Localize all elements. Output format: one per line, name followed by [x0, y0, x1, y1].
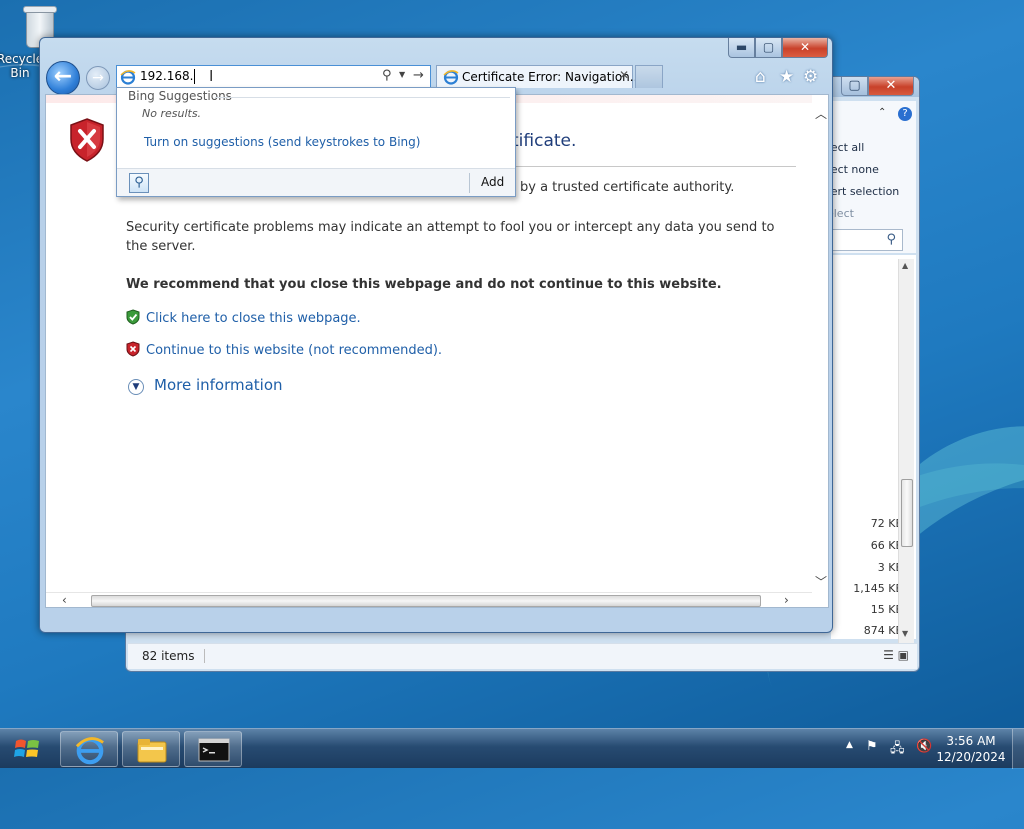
taskbar-file-explorer[interactable] [122, 731, 180, 767]
forward-button[interactable]: → [86, 66, 110, 90]
scroll-down-arrow-icon[interactable]: ▼ [902, 629, 908, 638]
clock-date: 12/20/2024 [936, 750, 1006, 764]
file-size: 874 KB [863, 624, 903, 637]
ie-horizontal-scroll-thumb[interactable] [91, 595, 761, 607]
favorites-icon[interactable]: ★ [779, 67, 794, 87]
scroll-up-arrow-icon[interactable]: ▲ [902, 261, 908, 270]
collapse-up-icon[interactable]: ⌃ [878, 107, 886, 118]
back-arrow-icon: ← [53, 64, 73, 89]
home-icon[interactable]: ⌂ [755, 67, 766, 87]
more-information-toggle[interactable]: ▼ More information [128, 376, 283, 395]
ie-maximize-button[interactable]: ▢ [755, 38, 782, 58]
suggestions-header: Bing Suggestions [128, 89, 232, 103]
close-webpage-link-text[interactable]: Click here to close this webpage. [146, 311, 361, 326]
details-view-icon[interactable]: ☰ [883, 648, 894, 662]
close-webpage-link[interactable]: Click here to close this webpage. [126, 309, 361, 326]
file-size: 1,145 KB [853, 582, 903, 595]
explorer-vertical-scrollbar[interactable]: ▲ ▼ [898, 259, 914, 643]
search-icon: ⚲ [886, 232, 896, 247]
red-shield-small-icon [126, 341, 140, 357]
explorer-scroll-thumb[interactable] [901, 479, 913, 547]
cert-paragraph-1: by a trusted certificate authority. [520, 180, 735, 195]
windows-logo-icon [14, 739, 39, 757]
ie-logo-icon [75, 737, 104, 765]
show-desktop-button[interactable] [1012, 729, 1024, 769]
view-toggle[interactable]: ☰ ▣ [883, 648, 909, 662]
explorer-close-button[interactable]: ✕ [868, 77, 914, 96]
ie-horizontal-scrollbar[interactable]: ‹ › [46, 592, 812, 607]
volume-muted-icon[interactable]: 🔇 [916, 739, 932, 754]
explorer-status-bar: 82 items ☰ ▣ [128, 643, 917, 669]
go-arrow-icon[interactable]: → [413, 68, 424, 83]
taskbar-command-prompt[interactable] [184, 731, 242, 767]
ie-vertical-scrollbar[interactable]: ︿ ﹀ [812, 95, 828, 592]
tools-gear-icon[interactable]: ⚙ [803, 67, 818, 87]
continue-website-link-text[interactable]: Continue to this website (not recommende… [146, 343, 442, 358]
text-cursor-icon: I [209, 67, 214, 85]
file-size: 72 KB [870, 517, 903, 530]
scroll-left-arrow-icon[interactable]: ‹ [62, 593, 67, 607]
ie-close-button[interactable]: ✕ [782, 38, 828, 58]
turn-on-suggestions-link[interactable]: Turn on suggestions (send keystrokes to … [144, 135, 420, 149]
help-icon[interactable]: ? [898, 107, 912, 121]
network-icon[interactable]: 🖧 [890, 739, 905, 761]
no-results-text: No results. [142, 107, 202, 120]
scroll-right-arrow-icon[interactable]: › [784, 593, 789, 607]
action-center-flag-icon[interactable]: ⚑ [866, 739, 878, 754]
tab-title: Certificate Error: Navigation... [462, 70, 642, 84]
recommendation-text: We recommend that you close this webpage… [126, 277, 722, 292]
file-size: 3 KB [877, 561, 903, 574]
taskbar-clock[interactable]: 3:56 AM 12/20/2024 [936, 733, 1006, 765]
green-shield-icon [126, 309, 140, 325]
address-bar[interactable]: 192.168. I ⚲ ▼ → [116, 65, 431, 88]
continue-website-link[interactable]: Continue to this website (not recommende… [126, 341, 442, 358]
search-provider-bar: ⚲ Add [117, 168, 515, 196]
show-hidden-icons-icon[interactable]: ▲ [846, 740, 853, 750]
file-size: 15 KB [870, 603, 903, 616]
command-prompt-icon [198, 738, 230, 762]
more-information-label[interactable]: More information [154, 376, 283, 394]
cert-paragraph-2: Security certificate problems may indica… [126, 220, 775, 254]
back-button[interactable]: ← [46, 61, 80, 95]
scroll-up-chevron-icon[interactable]: ︿ [815, 105, 827, 122]
forward-arrow-icon: → [92, 70, 104, 86]
item-count: 82 items [142, 649, 206, 663]
explorer-maximize-button[interactable]: ▢ [841, 77, 868, 96]
new-tab-button[interactable] [635, 65, 663, 88]
folder-icon [137, 739, 167, 763]
tab-close-icon[interactable]: ✕ [619, 68, 629, 82]
clock-time: 3:56 AM [946, 734, 996, 748]
taskbar-internet-explorer[interactable] [60, 731, 118, 767]
add-search-provider-button[interactable]: Add [481, 175, 504, 189]
ie-logo-icon [443, 70, 459, 85]
address-search-icon[interactable]: ⚲ [382, 68, 392, 83]
scroll-down-chevron-icon[interactable]: ﹀ [815, 573, 827, 590]
red-shield-icon [70, 118, 104, 162]
ie-minimize-button[interactable]: ▬ [728, 38, 755, 58]
page-heading: tificate. [512, 131, 577, 151]
ie-logo-icon [120, 70, 136, 85]
start-button[interactable] [0, 729, 54, 769]
tab-certificate-error[interactable]: Certificate Error: Navigation... ✕ [436, 65, 641, 88]
address-suggestions-dropdown: Bing Suggestions No results. Turn on sug… [116, 87, 516, 197]
expand-chevron-icon: ▼ [128, 379, 144, 395]
address-input-value[interactable]: 192.168. [140, 69, 196, 84]
bing-search-provider-icon[interactable]: ⚲ [129, 173, 149, 193]
taskbar: ▲ ⚑ 🖧 🔇 3:56 AM 12/20/2024 [0, 728, 1024, 769]
address-dropdown-icon[interactable]: ▼ [399, 70, 405, 79]
large-icons-view-icon[interactable]: ▣ [898, 648, 909, 662]
file-size: 66 KB [870, 539, 903, 552]
explorer-search-input[interactable]: ⚲ [831, 229, 903, 251]
